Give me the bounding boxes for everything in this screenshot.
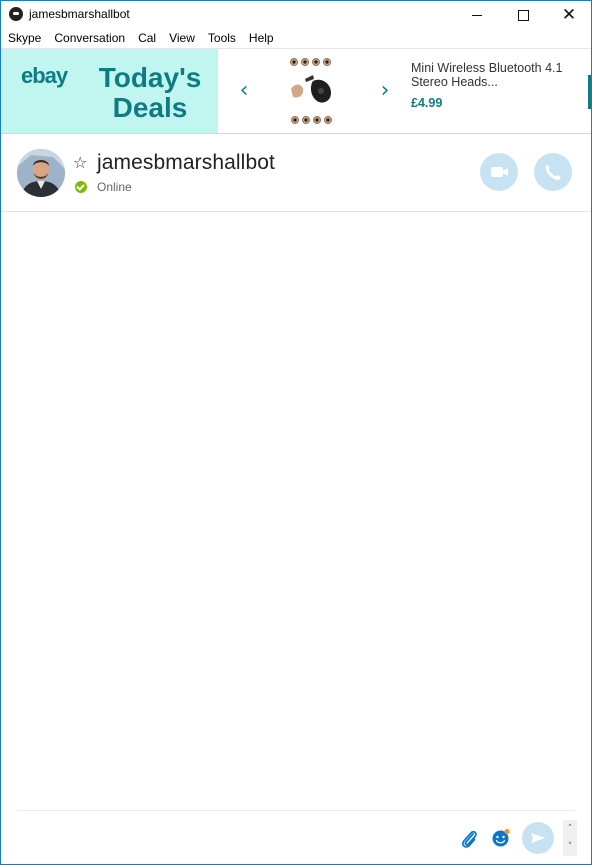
- ad-edge-marker: [588, 75, 591, 109]
- ad-previous-button[interactable]: ‹: [235, 79, 253, 103]
- maximize-icon: [517, 9, 529, 21]
- conversation-area[interactable]: [1, 212, 591, 810]
- menu-item-skype[interactable]: Skype: [1, 29, 47, 48]
- avatar-image: [17, 149, 65, 197]
- minimize-button[interactable]: [454, 1, 500, 29]
- menu-item-conversation[interactable]: Conversation: [47, 29, 131, 48]
- ad-next-button[interactable]: ›: [376, 79, 394, 103]
- send-button[interactable]: [522, 822, 554, 854]
- paperclip-icon: [461, 830, 477, 848]
- close-button[interactable]: ✕: [546, 1, 591, 29]
- phone-icon: [545, 165, 561, 181]
- ad-deals-panel[interactable]: ebay Today's Deals: [1, 49, 218, 133]
- menu-item-view[interactable]: View: [162, 29, 201, 48]
- ebay-logo: ebay: [21, 63, 68, 88]
- compose-bar: ˄ ˅: [17, 810, 577, 864]
- presence-status: Online: [97, 180, 132, 194]
- ad-headline: Today's Deals: [98, 62, 202, 123]
- window-title: jamesbmarshallbot: [29, 7, 130, 21]
- skype-window: jamesbmarshallbot ✕ Skype Conversation C…: [0, 0, 592, 865]
- compose-scroll-stepper[interactable]: ˄ ˅: [563, 820, 577, 856]
- scroll-down-icon[interactable]: ˅: [563, 838, 577, 856]
- ad-banner[interactable]: ebay Today's Deals ‹ › Mini Wireless Blu…: [1, 48, 591, 134]
- emoji-button[interactable]: [491, 828, 511, 848]
- title-bar[interactable]: jamesbmarshallbot ✕: [1, 1, 591, 29]
- menu-item-tools[interactable]: Tools: [201, 29, 242, 48]
- video-camera-icon: [491, 167, 508, 177]
- emoticon-icon: [492, 828, 510, 847]
- send-icon: [531, 833, 545, 843]
- message-input[interactable]: [17, 812, 449, 862]
- ad-product-title[interactable]: Mini Wireless Bluetooth 4.1 Stereo Heads…: [411, 61, 583, 89]
- ad-product-price: £4.99: [411, 96, 443, 110]
- contact-header: ☆ jamesbmarshallbot Online: [1, 133, 591, 212]
- avatar[interactable]: [17, 149, 65, 197]
- menu-item-call[interactable]: Cal: [131, 29, 162, 48]
- video-call-button[interactable]: [480, 153, 518, 191]
- maximize-button[interactable]: [500, 1, 546, 29]
- star-outline-icon[interactable]: ☆: [73, 153, 87, 172]
- minimize-icon: [472, 14, 482, 16]
- scroll-up-icon[interactable]: ˄: [563, 820, 577, 838]
- menu-item-help[interactable]: Help: [242, 29, 280, 48]
- close-icon: ✕: [561, 4, 577, 25]
- product-image[interactable]: [287, 57, 339, 125]
- attach-button[interactable]: [459, 828, 479, 850]
- audio-call-button[interactable]: [534, 153, 572, 191]
- menu-bar: Skype Conversation Cal View Tools Help: [1, 29, 591, 48]
- online-check-icon: [75, 181, 87, 193]
- skype-icon: [9, 7, 23, 21]
- contact-name: jamesbmarshallbot: [97, 151, 275, 174]
